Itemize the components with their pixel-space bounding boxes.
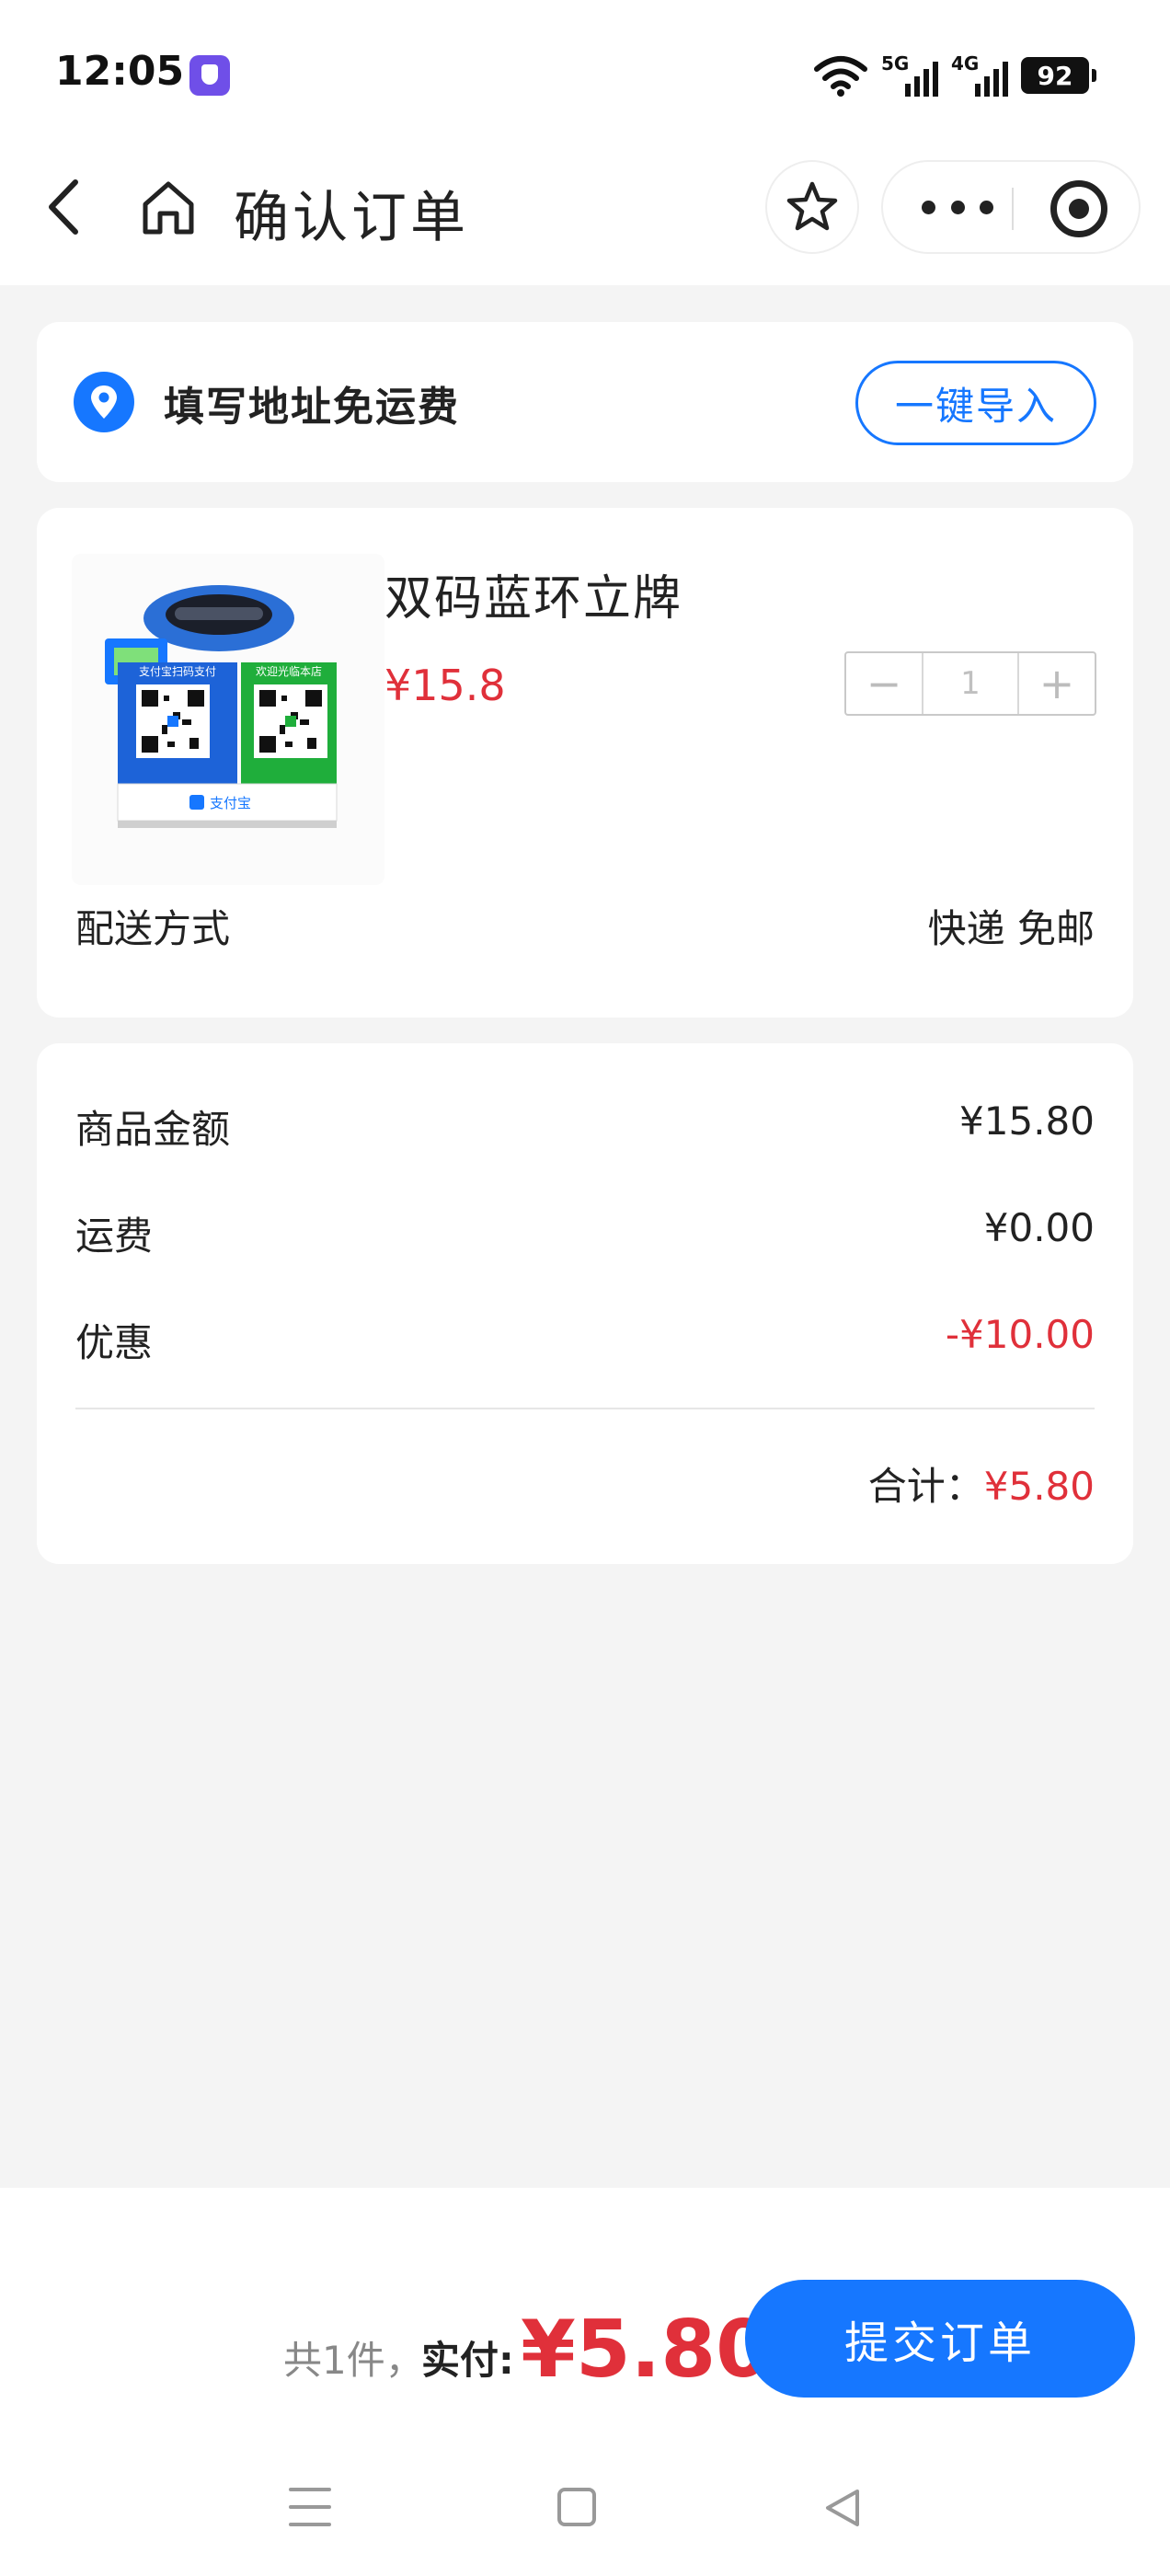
plus-button[interactable]: + [1019,653,1095,714]
shield-app-icon [189,55,230,96]
total-value: ¥5.80 [983,1464,1095,1509]
quantity-stepper: − 1 + [844,651,1096,716]
summary-row-goods: 商品金额 ¥15.80 [75,1098,1095,1154]
paid-amount: ¥5.80 [521,2304,772,2396]
shipping-label: 配送方式 [75,906,231,951]
location-pin-icon [74,372,134,432]
battery-icon: 92 [1021,57,1096,94]
minus-button[interactable]: − [846,653,922,714]
favorite-button[interactable] [765,160,859,254]
status-indicators: 5G 4G 92 [813,52,1096,99]
summary-row-shipping: 运费 ¥0.00 [75,1205,1095,1260]
status-time: 12:05 [55,48,185,95]
home-icon[interactable] [138,177,199,237]
product-price: ¥15.8 [384,661,506,710]
order-total: 合计：¥5.80 [868,1455,1095,1512]
one-click-import-button[interactable]: 一键导入 [855,361,1096,445]
summary-row-discount: 优惠 -¥10.00 [75,1312,1095,1367]
mini-program-capsule [881,160,1141,254]
address-prompt: 填写地址免运费 [164,384,460,431]
capsule-divider [1012,188,1014,230]
shipping-fee-label: 运费 [75,1213,154,1259]
discount-value: -¥10.00 [945,1312,1095,1357]
product-card: 支付宝扫码支付 欢迎光临本店 支付宝 双码蓝环立牌 ¥15.8 − 1 + 配送… [37,508,1133,1018]
goods-amount-label: 商品金额 [75,1107,231,1152]
goods-amount-value: ¥15.80 [959,1098,1095,1144]
product-image-right-caption: 欢迎光临本店 [256,664,322,678]
target-icon[interactable] [1050,180,1107,237]
system-nav-bar [0,2475,1170,2539]
item-count: 共1件， [283,2338,424,2383]
total-label: 合计： [867,1464,984,1509]
shipping-fee-value: ¥0.00 [983,1205,1095,1250]
recent-apps-icon[interactable] [289,2488,331,2526]
summary-divider [75,1408,1095,1409]
price-summary-card: 商品金额 ¥15.80 运费 ¥0.00 优惠 -¥10.00 合计：¥5.80 [37,1043,1133,1564]
submit-order-button[interactable]: 提交订单 [745,2280,1135,2398]
quantity-input[interactable]: 1 [922,653,1019,714]
star-icon [786,181,838,231]
page-title: 确认订单 [234,186,469,250]
system-home-icon[interactable] [557,2488,596,2526]
product-image: 支付宝扫码支付 欢迎光临本店 支付宝 [72,554,384,885]
status-bar: 12:05 5G 4G 92 [0,0,1170,147]
back-icon[interactable] [40,175,86,239]
signal-4g-icon: 4G [951,52,1008,98]
product-image-left-caption: 支付宝扫码支付 [139,665,216,678]
paid-label: 实付: [421,2338,514,2383]
more-icon[interactable] [922,201,993,215]
product-image-footer-caption: 支付宝 [210,795,251,811]
shipping-value: 快递 免邮 [927,906,1095,951]
address-card[interactable]: 填写地址免运费 一键导入 [37,322,1133,482]
battery-level: 92 [1037,60,1073,91]
discount-label: 优惠 [75,1320,154,1365]
wifi-icon [814,56,867,97]
system-back-icon[interactable] [820,2486,863,2530]
signal-5g-icon: 5G [881,52,938,98]
product-name: 双码蓝环立牌 [384,571,683,627]
